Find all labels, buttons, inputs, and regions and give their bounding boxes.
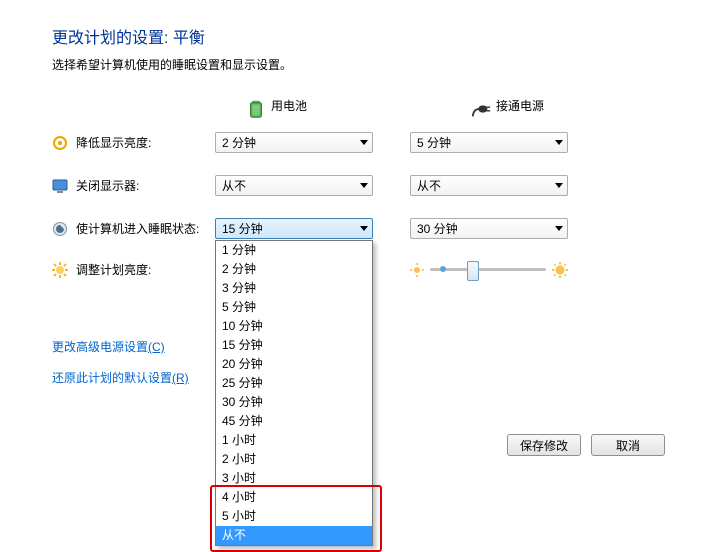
dropdown-option[interactable]: 20 分钟 xyxy=(216,355,372,374)
save-button[interactable]: 保存修改 xyxy=(507,434,581,456)
display-battery-combo[interactable]: 从不 xyxy=(215,175,373,196)
dropdown-option[interactable]: 从不 xyxy=(216,526,372,545)
label-brightness: 调整计划亮度: xyxy=(76,261,151,278)
label-dim: 降低显示亮度: xyxy=(76,134,151,151)
sun-large-icon xyxy=(552,262,568,278)
dropdown-option[interactable]: 1 小时 xyxy=(216,431,372,450)
chevron-down-icon xyxy=(360,140,368,145)
dim-battery-combo[interactable]: 2 分钟 xyxy=(215,132,373,153)
sleep-plugged-combo[interactable]: 30 分钟 xyxy=(410,218,568,239)
cancel-button[interactable]: 取消 xyxy=(591,434,665,456)
dropdown-option[interactable]: 45 分钟 xyxy=(216,412,372,431)
plug-icon xyxy=(470,98,486,114)
label-display: 关闭显示器: xyxy=(76,177,139,194)
dropdown-option[interactable]: 5 分钟 xyxy=(216,298,372,317)
chevron-down-icon xyxy=(360,183,368,188)
chevron-down-icon xyxy=(555,140,563,145)
dim-plugged-combo[interactable]: 5 分钟 xyxy=(410,132,568,153)
chevron-down-icon xyxy=(555,183,563,188)
sleep-icon xyxy=(52,221,68,237)
dropdown-option[interactable]: 4 小时 xyxy=(216,488,372,507)
sleep-battery-dropdown[interactable]: 1 分钟2 分钟3 分钟5 分钟10 分钟15 分钟20 分钟25 分钟30 分… xyxy=(215,240,373,546)
label-sleep: 使计算机进入睡眠状态: xyxy=(76,220,199,237)
dropdown-option[interactable]: 10 分钟 xyxy=(216,317,372,336)
dropdown-option[interactable]: 2 分钟 xyxy=(216,260,372,279)
battery-icon xyxy=(245,98,261,114)
page-subtitle: 选择希望计算机使用的睡眠设置和显示设置。 xyxy=(52,56,663,73)
dropdown-option[interactable]: 2 小时 xyxy=(216,450,372,469)
page-title: 更改计划的设置: 平衡 xyxy=(52,24,663,48)
chevron-down-icon xyxy=(555,226,563,231)
brightness-plugged-slider[interactable] xyxy=(410,262,568,278)
chevron-down-icon xyxy=(360,226,368,231)
column-header-battery: 用电池 xyxy=(271,97,307,114)
dim-icon xyxy=(52,135,68,151)
dropdown-option[interactable]: 1 分钟 xyxy=(216,241,372,260)
display-icon xyxy=(52,178,68,194)
display-plugged-combo[interactable]: 从不 xyxy=(410,175,568,196)
dropdown-option[interactable]: 15 分钟 xyxy=(216,336,372,355)
dropdown-option[interactable]: 5 小时 xyxy=(216,507,372,526)
dropdown-option[interactable]: 30 分钟 xyxy=(216,393,372,412)
sun-small-icon xyxy=(410,263,424,277)
brightness-icon xyxy=(52,262,68,278)
dropdown-option[interactable]: 3 小时 xyxy=(216,469,372,488)
dropdown-option[interactable]: 25 分钟 xyxy=(216,374,372,393)
sleep-battery-combo[interactable]: 15 分钟 1 分钟2 分钟3 分钟5 分钟10 分钟15 分钟20 分钟25 … xyxy=(215,218,373,239)
dropdown-option[interactable]: 3 分钟 xyxy=(216,279,372,298)
column-header-plugged: 接通电源 xyxy=(496,97,544,114)
